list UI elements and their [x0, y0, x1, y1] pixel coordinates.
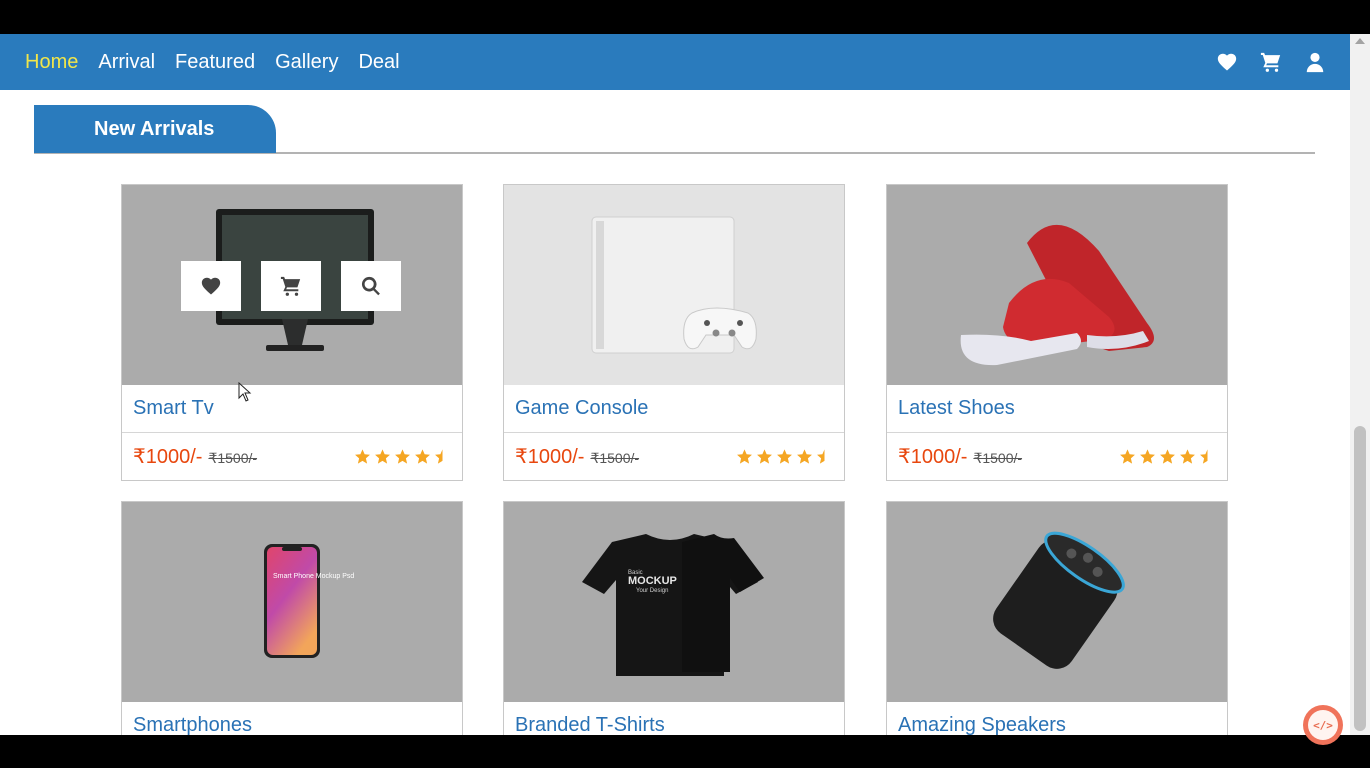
- product-rating: [736, 448, 833, 465]
- section-header: New Arrivals: [34, 105, 1315, 154]
- tshirt-main-text: MOCKUP: [628, 575, 677, 587]
- star-icon: [395, 449, 410, 464]
- video-frame: Home Arrival Featured Gallery Deal New A…: [0, 0, 1370, 768]
- product-image: Smart Phone Mockup Psd: [122, 502, 462, 702]
- nav-home[interactable]: Home: [25, 51, 78, 74]
- heart-icon[interactable]: [1216, 51, 1238, 73]
- product-title[interactable]: Smart Tv: [122, 385, 462, 433]
- product-card-smartphones[interactable]: Smart Phone Mockup Psd Smartphones: [121, 501, 463, 735]
- star-half-icon: [817, 449, 825, 464]
- page: Home Arrival Featured Gallery Deal New A…: [0, 34, 1350, 735]
- heart-icon: [201, 277, 221, 295]
- product-title[interactable]: Game Console: [504, 385, 844, 433]
- product-price: ₹1000/-: [898, 446, 968, 468]
- nav-arrival[interactable]: Arrival: [98, 51, 155, 74]
- quick-view-button[interactable]: [341, 261, 401, 311]
- product-old-price: ₹1500/-: [208, 450, 258, 466]
- product-price: ₹1000/-: [515, 446, 585, 468]
- product-card-branded-t-shirts[interactable]: Basic MOCKUP Your Design Branded T-Shirt…: [503, 501, 845, 735]
- star-icon: [737, 449, 752, 464]
- star-icon: [757, 449, 772, 464]
- product-footer: ₹1000/- ₹1500/-: [122, 433, 462, 480]
- star-icon: [355, 449, 370, 464]
- nav-featured[interactable]: Featured: [175, 51, 255, 74]
- phone-screen-text: Smart Phone Mockup Psd: [273, 573, 354, 580]
- star-icon: [1180, 449, 1195, 464]
- star-icon: [1140, 449, 1155, 464]
- product-footer: ₹1000/- ₹1500/-: [504, 433, 844, 480]
- star-icon: [777, 449, 792, 464]
- nav-deal[interactable]: Deal: [358, 51, 399, 74]
- phone-image: Smart Phone Mockup Psd: [264, 544, 354, 658]
- product-price: ₹1000/-: [133, 446, 203, 468]
- star-half-icon: [435, 449, 443, 464]
- product-title[interactable]: Smartphones: [122, 702, 462, 735]
- product-footer: ₹1000/- ₹1500/-: [887, 433, 1227, 480]
- nav-gallery[interactable]: Gallery: [275, 51, 338, 74]
- star-icon: [1120, 449, 1135, 464]
- hover-actions: [181, 261, 401, 311]
- add-to-cart-button[interactable]: [261, 261, 321, 311]
- star-icon: [797, 449, 812, 464]
- section-title: New Arrivals: [34, 105, 276, 153]
- star-icon: [415, 449, 430, 464]
- star-icon: [375, 449, 390, 464]
- scrollbar[interactable]: [1350, 34, 1370, 735]
- product-card-smart-tv[interactable]: Smart Tv ₹1000/- ₹1500/-: [121, 184, 463, 481]
- product-image: [887, 502, 1227, 702]
- scroll-up-arrow-icon[interactable]: [1355, 38, 1365, 44]
- nav-icons: [1216, 34, 1326, 90]
- product-old-price: ₹1500/-: [590, 450, 640, 466]
- star-icon: [1160, 449, 1175, 464]
- product-card-latest-shoes[interactable]: Latest Shoes ₹1000/- ₹1500/-: [886, 184, 1228, 481]
- user-icon[interactable]: [1304, 51, 1326, 73]
- product-rating: [354, 448, 451, 465]
- product-title[interactable]: Amazing Speakers: [887, 702, 1227, 735]
- code-icon: </>: [1308, 710, 1338, 740]
- tshirt-bottom-text: Your Design: [636, 588, 668, 594]
- console-image: [591, 216, 757, 354]
- product-image: [887, 185, 1227, 385]
- speaker-image: [993, 531, 1125, 669]
- add-to-wishlist-button[interactable]: [181, 261, 241, 311]
- product-image: [122, 185, 462, 385]
- tshirt-image: Basic MOCKUP Your Design: [582, 534, 764, 676]
- mouse-cursor-icon: [238, 382, 252, 402]
- product-rating: [1119, 448, 1216, 465]
- scroll-thumb[interactable]: [1354, 426, 1366, 731]
- product-image: Basic MOCKUP Your Design: [504, 502, 844, 702]
- star-half-icon: [1200, 449, 1208, 464]
- cart-icon[interactable]: [1260, 51, 1282, 73]
- product-old-price: ₹1500/-: [973, 450, 1023, 466]
- shoes-image: [960, 224, 1154, 366]
- code-badge[interactable]: </>: [1303, 705, 1343, 745]
- search-icon: [361, 276, 380, 296]
- nav-links: Home Arrival Featured Gallery Deal: [25, 34, 400, 90]
- product-image: [504, 185, 844, 385]
- cart-icon: [280, 276, 301, 296]
- product-card-amazing-speakers[interactable]: Amazing Speakers: [886, 501, 1228, 735]
- product-title[interactable]: Branded T-Shirts: [504, 702, 844, 735]
- product-card-game-console[interactable]: Game Console ₹1000/- ₹1500/-: [503, 184, 845, 481]
- navbar: Home Arrival Featured Gallery Deal: [0, 34, 1350, 90]
- product-title[interactable]: Latest Shoes: [887, 385, 1227, 433]
